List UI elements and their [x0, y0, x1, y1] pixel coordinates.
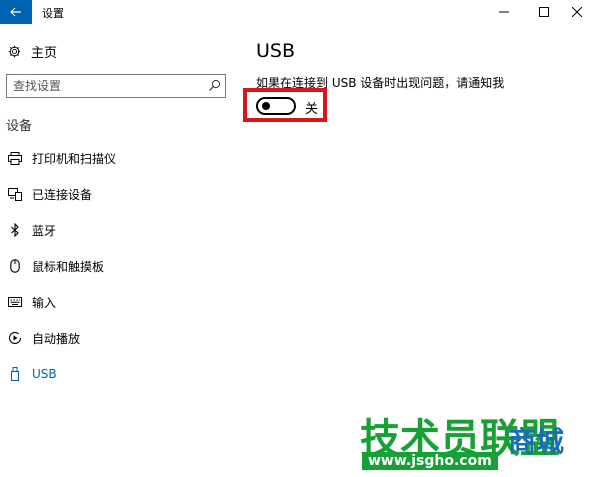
sidebar-item-usb[interactable]: USB	[8, 362, 57, 386]
home-nav-item[interactable]: 主页	[8, 42, 57, 61]
maximize-icon	[539, 7, 549, 17]
sidebar-item-autoplay[interactable]: 自动播放	[8, 326, 80, 350]
gear-icon	[8, 45, 21, 58]
search-icon[interactable]	[208, 79, 221, 92]
printer-icon	[8, 151, 22, 165]
sidebar-item-label: 鼠标和触摸板	[32, 259, 105, 274]
usb-notification-toggle[interactable]	[256, 97, 296, 115]
sidebar-item-mouse-touchpad[interactable]: 鼠标和触摸板	[8, 254, 104, 278]
usb-icon	[8, 367, 22, 381]
window-title: 设置	[42, 7, 64, 20]
sidebar-item-typing[interactable]: 输入	[8, 290, 56, 314]
section-heading: 设备	[6, 119, 33, 134]
close-icon	[572, 7, 582, 17]
maximize-button[interactable]	[527, 0, 561, 24]
mouse-icon	[8, 259, 22, 273]
bluetooth-icon	[8, 223, 22, 237]
autoplay-icon	[8, 331, 22, 345]
sidebar-item-label: 打印机和扫描仪	[32, 151, 117, 166]
watermark-url: www.jsgho.com	[362, 452, 498, 470]
connected-devices-icon	[8, 187, 22, 201]
page-title: USB	[256, 40, 296, 62]
title-bar: 设置	[0, 0, 589, 24]
close-button[interactable]	[560, 0, 589, 24]
toggle-state-label: 关	[305, 102, 319, 117]
search-box[interactable]	[6, 74, 226, 98]
watermark-text-secondary: 商城	[508, 425, 565, 458]
watermark-logo: 技术员联盟 商城 www.jsgho.com	[360, 406, 585, 474]
toggle-knob	[262, 102, 270, 110]
search-input[interactable]	[7, 75, 197, 97]
minimize-icon	[499, 11, 509, 13]
sidebar-item-label: 输入	[32, 295, 57, 310]
sidebar-item-printers[interactable]: 打印机和扫描仪	[8, 146, 116, 170]
back-button[interactable]	[0, 0, 32, 24]
home-label: 主页	[31, 46, 58, 61]
minimize-button[interactable]	[487, 0, 521, 24]
sidebar-item-label: 自动播放	[32, 331, 81, 346]
sidebar-item-label: 蓝牙	[32, 223, 57, 238]
sidebar-item-connected-devices[interactable]: 已连接设备	[8, 182, 92, 206]
sidebar: 主页 设备 打印机和扫描仪 已连接设备 蓝牙 鼠标和触摸板	[0, 24, 232, 477]
keyboard-icon	[8, 295, 22, 309]
sidebar-item-label: 已连接设备	[32, 187, 93, 202]
sidebar-item-bluetooth[interactable]: 蓝牙	[8, 218, 56, 242]
back-arrow-icon	[10, 7, 21, 17]
sidebar-item-label: USB	[32, 367, 57, 381]
